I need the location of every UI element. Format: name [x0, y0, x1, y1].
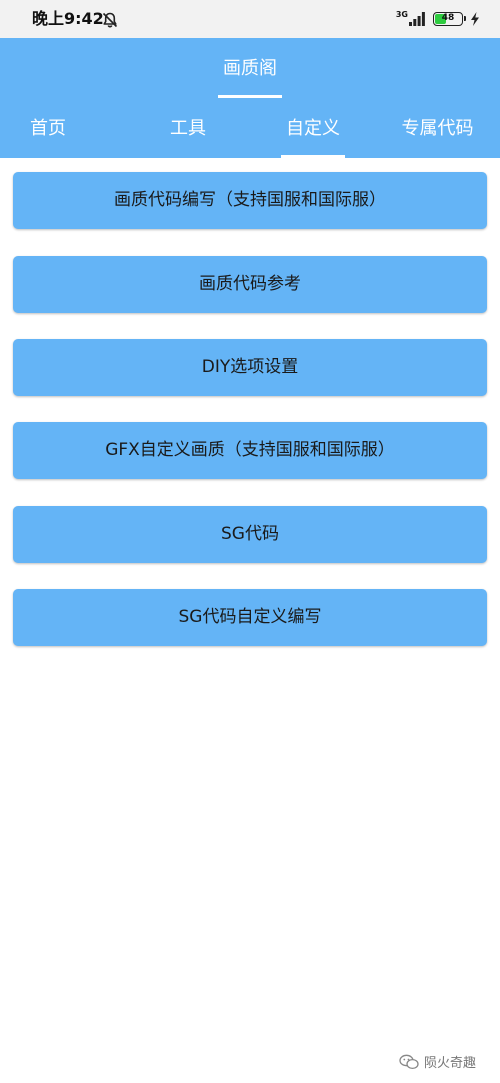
tab-bar: 首页 工具 自定义 专属代码 [0, 100, 500, 158]
signal-icon [409, 12, 425, 26]
watermark-text: 陨火奇趣 [423, 1056, 476, 1071]
network-type: 3G [395, 9, 408, 19]
battery-nub [464, 16, 466, 21]
sg-code-button[interactable]: SG代码 [13, 506, 487, 563]
status-indicators: 3G 48 [396, 9, 480, 29]
status-time: 晚上9:42 [32, 9, 104, 28]
battery-icon: 48 [433, 12, 466, 26]
tab-tools[interactable]: 工具 [128, 100, 248, 158]
diy-options-button[interactable]: DIY选项设置 [13, 339, 487, 396]
quality-code-reference-button[interactable]: 画质代码参考 [13, 256, 487, 313]
status-bar: 晚上9:42 3G 48 [0, 0, 500, 38]
page-title: 画质阁 [223, 58, 277, 79]
sg-code-custom-editor-button[interactable]: SG代码自定义编写 [13, 589, 487, 646]
watermark: 陨火奇趣 [399, 1052, 476, 1071]
title-underline [218, 95, 282, 98]
tab-exclusive-code[interactable]: 专属代码 [390, 100, 485, 158]
gfx-custom-quality-button[interactable]: GFX自定义画质（支持国服和国际服） [13, 422, 487, 479]
battery-level: 48 [441, 13, 455, 23]
tab-home[interactable]: 首页 [0, 100, 96, 158]
bell-muted-icon [102, 12, 118, 28]
tab-custom[interactable]: 自定义 [281, 100, 345, 158]
active-tab-indicator [281, 155, 345, 158]
charging-bolt-icon [471, 12, 479, 26]
quality-code-editor-button[interactable]: 画质代码编写（支持国服和国际服） [13, 172, 487, 229]
app-header: 画质阁 [0, 38, 500, 138]
wechat-icon [399, 1054, 419, 1069]
